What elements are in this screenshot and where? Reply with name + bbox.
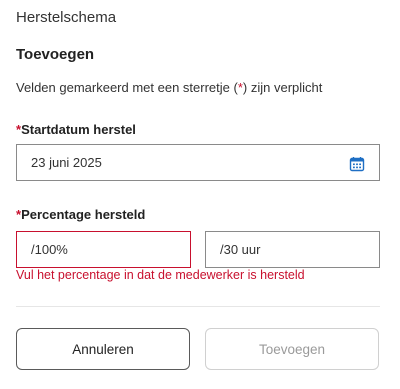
calendar-icon[interactable] [349, 156, 365, 172]
required-fields-note: Velden gemarkeerd met een sterretje (*) … [16, 80, 322, 95]
start-date-label-text: Startdatum herstel [21, 122, 136, 137]
percentage-input[interactable]: /100% [16, 231, 191, 268]
required-note-text-start: Velden gemarkeerd met een sterretje ( [16, 80, 238, 95]
hours-value: /30 uur [220, 242, 261, 257]
required-note-text-end: ) zijn verplicht [242, 80, 323, 95]
start-date-label: *Startdatum herstel [16, 122, 136, 137]
hours-input[interactable]: /30 uur [205, 231, 380, 268]
form-title: Toevoegen [16, 46, 95, 63]
percentage-value: /100% [31, 242, 68, 257]
divider [16, 306, 380, 307]
percentage-error-message: Vul het percentage in dat de medewerker … [16, 268, 305, 282]
start-date-value: 23 juni 2025 [31, 155, 102, 170]
add-button[interactable]: Toevoegen [205, 328, 379, 370]
page-title: Herstelschema [16, 9, 117, 26]
start-date-field[interactable]: 23 juni 2025 [16, 144, 380, 181]
percentage-label-text: Percentage hersteld [21, 207, 146, 222]
percentage-label: *Percentage hersteld [16, 207, 145, 222]
cancel-button[interactable]: Annuleren [16, 328, 190, 370]
